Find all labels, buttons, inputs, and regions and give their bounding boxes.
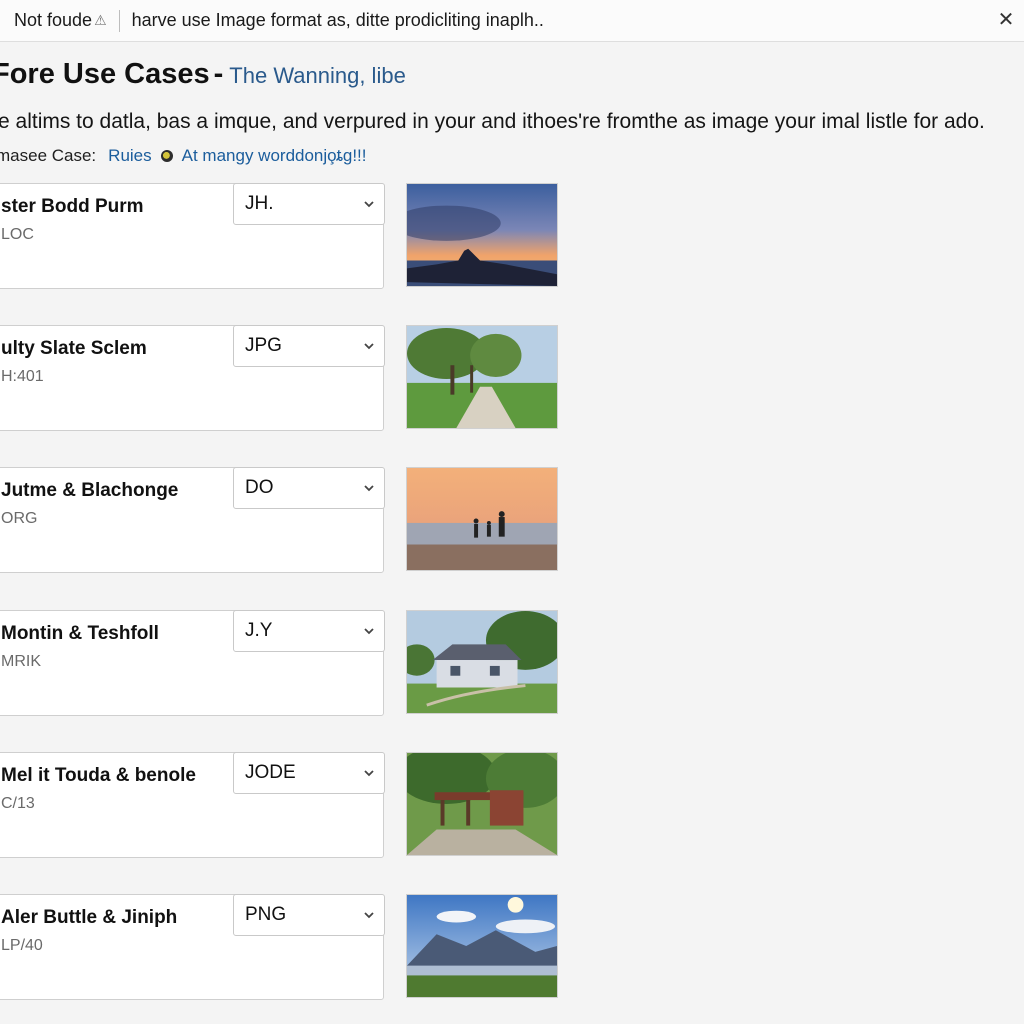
- park-path-image: [406, 325, 558, 429]
- close-icon[interactable]: ✕: [996, 9, 1016, 31]
- rules-link[interactable]: Ruies: [108, 146, 151, 166]
- beach-family-image: [406, 467, 558, 571]
- status-dot-icon: [160, 150, 173, 162]
- format-select[interactable]: J.Y: [233, 610, 385, 652]
- item-meta: C/13: [1, 795, 35, 812]
- format-select-value: JODE: [245, 762, 296, 783]
- mountain-lake-image: [406, 894, 558, 998]
- notification-divider: [118, 9, 120, 32]
- format-select-value: JPG: [245, 335, 282, 356]
- case-row: masee Case: Ruies At mangy worddonjo̧ȶg!…: [0, 146, 366, 166]
- chevron-down-icon: [364, 628, 374, 635]
- chevron-down-icon: [364, 485, 374, 492]
- notification-status: Not foude ⚠: [0, 10, 107, 31]
- list-item: Montin & Teshfoll MRIK J.Y: [0, 610, 385, 716]
- format-select[interactable]: DO: [233, 467, 385, 509]
- mangy-link[interactable]: At mangy worddonjo̧ȶg!!!: [182, 146, 367, 166]
- item-meta: LOC: [1, 226, 34, 243]
- case-label: masee Case:: [0, 146, 97, 165]
- list-item: Mel it Touda & benole C/13 JODE: [0, 752, 385, 858]
- format-select-value: J.Y: [245, 620, 273, 641]
- format-select[interactable]: PNG: [233, 894, 385, 936]
- notification-bar: Not foude ⚠ harve use Image format as, d…: [0, 0, 1024, 42]
- chevron-down-icon: [364, 770, 374, 777]
- item-title: ster Bodd Purm: [1, 196, 144, 217]
- item-title: Jutme & Blachonge: [1, 480, 179, 501]
- intro-text: e altims to datla, bas a imque, and verp…: [0, 110, 985, 133]
- list-item: Jutme & Blachonge ORG DO: [0, 467, 385, 573]
- chevron-down-icon: [364, 201, 374, 208]
- item-meta: MRIK: [1, 653, 41, 670]
- house-garden-image: [406, 610, 558, 714]
- list-item: ulty Slate Sclem H:401 JPG: [0, 325, 385, 431]
- chevron-down-icon: [364, 343, 374, 350]
- notification-status-text: Not foude: [14, 10, 93, 30]
- title-separator: -: [213, 58, 224, 90]
- format-select-value: JH.: [245, 193, 274, 214]
- format-select[interactable]: JPG: [233, 325, 385, 367]
- item-title: Aler Buttle & Jiniph: [1, 907, 178, 928]
- item-meta: ORG: [1, 510, 38, 527]
- item-title: Montin & Teshfoll: [1, 623, 159, 644]
- chevron-down-icon: [364, 912, 374, 919]
- list-item: Aler Buttle & Jiniph LP/40 PNG: [0, 894, 385, 1000]
- item-title: ulty Slate Sclem: [1, 338, 147, 359]
- page-title-text: Fore Use Cases: [0, 58, 210, 90]
- list-item: ster Bodd Purm LOC JH.: [0, 183, 385, 289]
- notification-message: harve use Image format as, ditte prodicl…: [131, 10, 544, 30]
- format-select-value: PNG: [245, 904, 287, 925]
- garden-pavilion-image: [406, 752, 558, 856]
- page-title: Fore Use Cases - The Wanning, libe: [0, 58, 406, 91]
- sunset-castle-image: [406, 183, 558, 287]
- format-select[interactable]: JH.: [233, 183, 385, 225]
- item-title: Mel it Touda & benole: [1, 765, 196, 786]
- format-select[interactable]: JODE: [233, 752, 385, 794]
- warning-icon: ⚠: [94, 12, 107, 28]
- page-subtitle: The Wanning, libe: [229, 63, 406, 88]
- format-select-value: DO: [245, 477, 274, 498]
- item-meta: LP/40: [1, 937, 43, 954]
- item-meta: H:401: [1, 368, 44, 385]
